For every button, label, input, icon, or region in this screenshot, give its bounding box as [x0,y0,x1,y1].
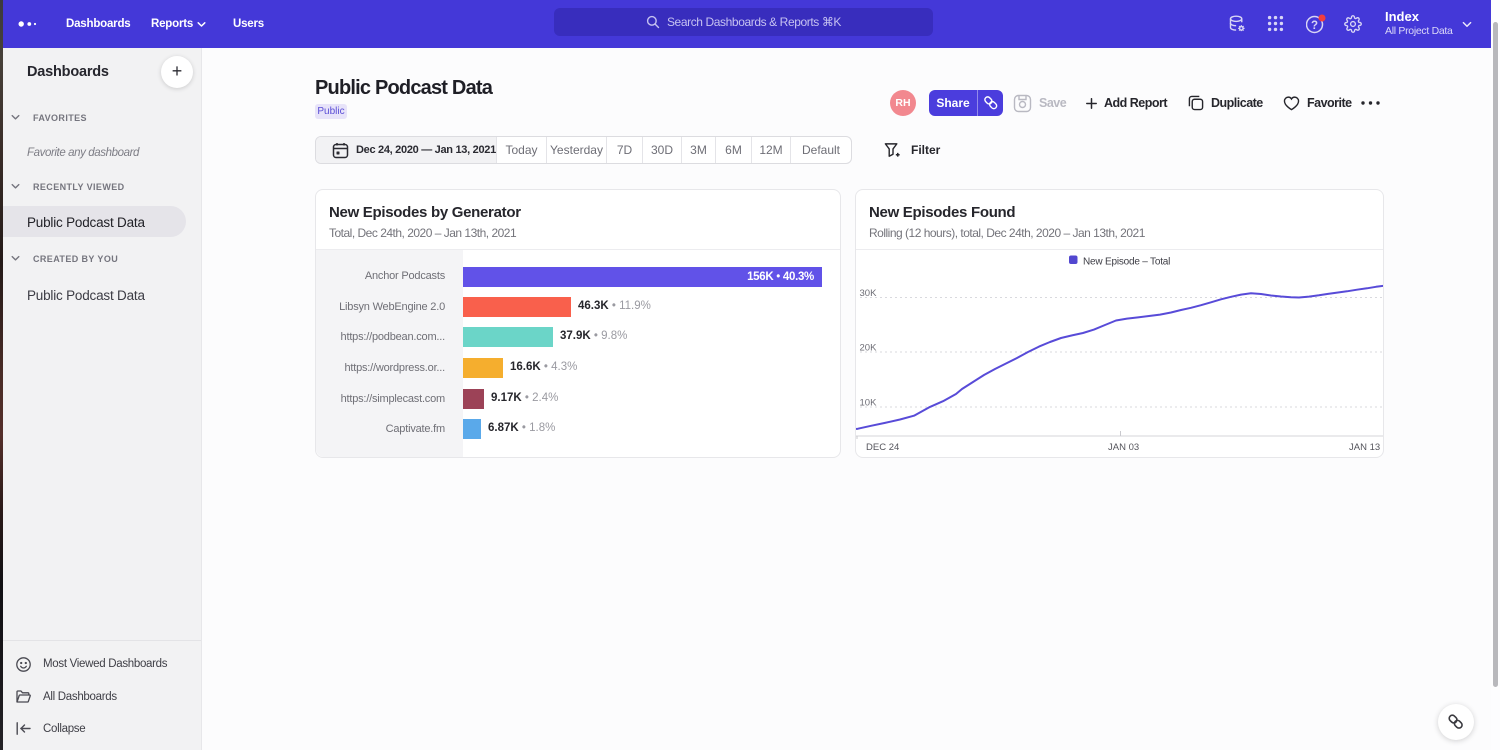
svg-text:JAN 03: JAN 03 [1108,442,1139,453]
svg-text:New Episode – Total: New Episode – Total [1083,257,1170,268]
svg-text:DEC 24: DEC 24 [866,442,899,453]
svg-text:20K: 20K [860,343,878,354]
svg-text:?: ? [1311,20,1318,32]
svg-text:30K: 30K [860,288,878,299]
svg-text:10K: 10K [860,398,878,409]
svg-text:JAN 13: JAN 13 [1349,442,1380,453]
